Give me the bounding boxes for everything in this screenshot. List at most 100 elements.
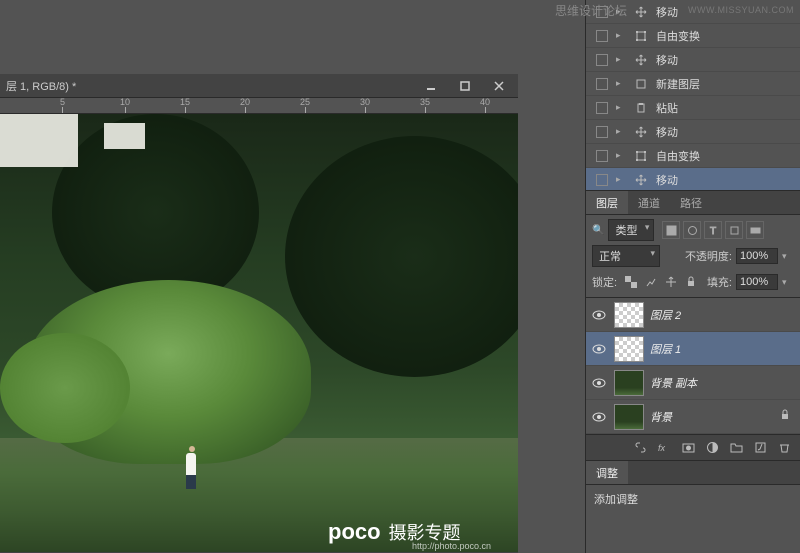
- layer-name: 背景 副本: [650, 375, 697, 391]
- lock-transparency-icon[interactable]: [623, 274, 639, 290]
- layer-name: 图层 1: [650, 341, 681, 357]
- history-label: 粘贴: [656, 100, 678, 116]
- watermark-url-bottom: http://photo.poco.cn: [412, 541, 491, 551]
- history-checkbox[interactable]: [596, 150, 608, 162]
- history-checkbox[interactable]: [596, 54, 608, 66]
- history-item[interactable]: ▸新建图层: [586, 72, 800, 96]
- search-icon: 🔍: [592, 225, 604, 236]
- visibility-eye-icon[interactable]: [590, 374, 608, 392]
- adjustments-panel: 调整 添加调整: [586, 460, 800, 513]
- canvas[interactable]: [0, 114, 518, 552]
- layer-name: 背景: [650, 409, 672, 425]
- add-adjustment-label: 添加调整: [586, 485, 800, 513]
- layer-list: 图层 2 图层 1 背景 副本背景: [586, 297, 800, 434]
- lock-position-icon[interactable]: [663, 274, 679, 290]
- window-controls: [418, 76, 512, 96]
- layer-thumbnail[interactable]: [614, 302, 644, 328]
- history-label: 移动: [656, 4, 678, 20]
- canvas-image: [0, 114, 518, 552]
- poco-logo: poco: [328, 519, 381, 545]
- history-item[interactable]: ▸ 移动: [586, 168, 800, 190]
- close-button[interactable]: [486, 76, 512, 96]
- layer-fx-icon[interactable]: fx: [656, 440, 672, 456]
- fill-stepper-icon[interactable]: ▾: [782, 277, 794, 288]
- layer-mask-icon[interactable]: [680, 440, 696, 456]
- tab-layers[interactable]: 图层: [586, 191, 628, 214]
- new-layer-icon[interactable]: [752, 440, 768, 456]
- move-icon: [634, 173, 648, 187]
- transform-icon: [634, 149, 648, 163]
- tab-paths[interactable]: 路径: [670, 191, 712, 214]
- fill-input[interactable]: 100%: [736, 274, 778, 290]
- lock-all-icon[interactable]: [683, 274, 699, 290]
- history-item[interactable]: ▸ 粘贴: [586, 96, 800, 120]
- right-panels: ▸移动▸自由变换▸移动▸新建图层▸粘贴▸移动▸自由变换▸移动 图层 通道 路径 …: [585, 0, 800, 553]
- adjustment-layer-icon[interactable]: [704, 440, 720, 456]
- history-checkbox[interactable]: [596, 126, 608, 138]
- group-icon[interactable]: [728, 440, 744, 456]
- minimize-button[interactable]: [418, 76, 444, 96]
- svg-text:fx: fx: [658, 443, 666, 453]
- delete-layer-icon[interactable]: [776, 440, 792, 456]
- history-checkbox[interactable]: [596, 102, 608, 114]
- history-label: 移动: [656, 172, 678, 188]
- document-window: 层 1, RGB/8) * 5 10 15 20 25 30 35 40: [0, 74, 518, 553]
- filter-adjustment-icon[interactable]: [683, 221, 701, 239]
- link-layers-icon[interactable]: [632, 440, 648, 456]
- paste-icon: [634, 101, 648, 115]
- expand-icon: ▸: [616, 150, 626, 161]
- person-figure: [186, 446, 198, 486]
- opacity-label: 不透明度:: [685, 248, 732, 264]
- history-checkbox[interactable]: [596, 30, 608, 42]
- filter-type-icon[interactable]: T: [704, 221, 722, 239]
- history-label: 移动: [656, 124, 678, 140]
- watermark-forum: 思维设计论坛: [555, 2, 627, 19]
- tab-channels[interactable]: 通道: [628, 191, 670, 214]
- layer-item[interactable]: 背景: [586, 400, 800, 434]
- layer-item[interactable]: 图层 1: [586, 332, 800, 366]
- expand-icon: ▸: [616, 174, 626, 185]
- transform-icon: [634, 29, 648, 43]
- opacity-input[interactable]: 100%: [736, 248, 778, 264]
- layer-thumbnail[interactable]: [614, 370, 644, 396]
- expand-icon: ▸: [616, 102, 626, 113]
- panel-tabs: 图层 通道 路径: [586, 191, 800, 215]
- history-label: 新建图层: [656, 76, 700, 92]
- history-item[interactable]: ▸ 自由变换: [586, 144, 800, 168]
- layer-controls: 🔍 类型 T 正常 不透明度: 100% ▾ 锁定:: [586, 215, 800, 297]
- watermark-url-top: WWW.MISSYUAN.COM: [688, 5, 794, 15]
- visibility-eye-icon[interactable]: [590, 408, 608, 426]
- history-item[interactable]: ▸自由变换: [586, 24, 800, 48]
- layers-panel: 图层 通道 路径 🔍 类型 T 正常 不透明度: 100% ▾: [586, 190, 800, 460]
- filter-type-dropdown[interactable]: 类型: [608, 219, 654, 241]
- layer-thumbnail[interactable]: [614, 336, 644, 362]
- visibility-eye-icon[interactable]: [590, 306, 608, 324]
- new-layer-icon: [634, 77, 648, 91]
- visibility-eye-icon[interactable]: [590, 340, 608, 358]
- layers-footer: fx: [586, 434, 800, 460]
- opacity-stepper-icon[interactable]: ▾: [782, 251, 794, 262]
- filter-shape-icon[interactable]: [725, 221, 743, 239]
- expand-icon: ▸: [616, 54, 626, 65]
- blend-mode-dropdown[interactable]: 正常: [592, 245, 660, 267]
- move-icon: [634, 53, 648, 67]
- tab-adjustments[interactable]: 调整: [586, 461, 628, 484]
- filter-pixel-icon[interactable]: [662, 221, 680, 239]
- history-checkbox[interactable]: [596, 174, 608, 186]
- layer-item[interactable]: 图层 2: [586, 298, 800, 332]
- ruler-horizontal[interactable]: 5 10 15 20 25 30 35 40: [0, 98, 518, 114]
- maximize-button[interactable]: [452, 76, 478, 96]
- history-label: 移动: [656, 52, 678, 68]
- history-item[interactable]: ▸移动: [586, 120, 800, 144]
- history-label: 自由变换: [656, 148, 700, 164]
- filter-smart-icon[interactable]: [746, 221, 764, 239]
- lock-label: 锁定:: [592, 274, 617, 290]
- move-icon: [634, 5, 648, 19]
- layer-item[interactable]: 背景 副本: [586, 366, 800, 400]
- history-item[interactable]: ▸ 移动: [586, 48, 800, 72]
- layer-thumbnail[interactable]: [614, 404, 644, 430]
- move-icon: [634, 125, 648, 139]
- expand-icon: ▸: [616, 30, 626, 41]
- history-checkbox[interactable]: [596, 78, 608, 90]
- lock-image-icon[interactable]: [643, 274, 659, 290]
